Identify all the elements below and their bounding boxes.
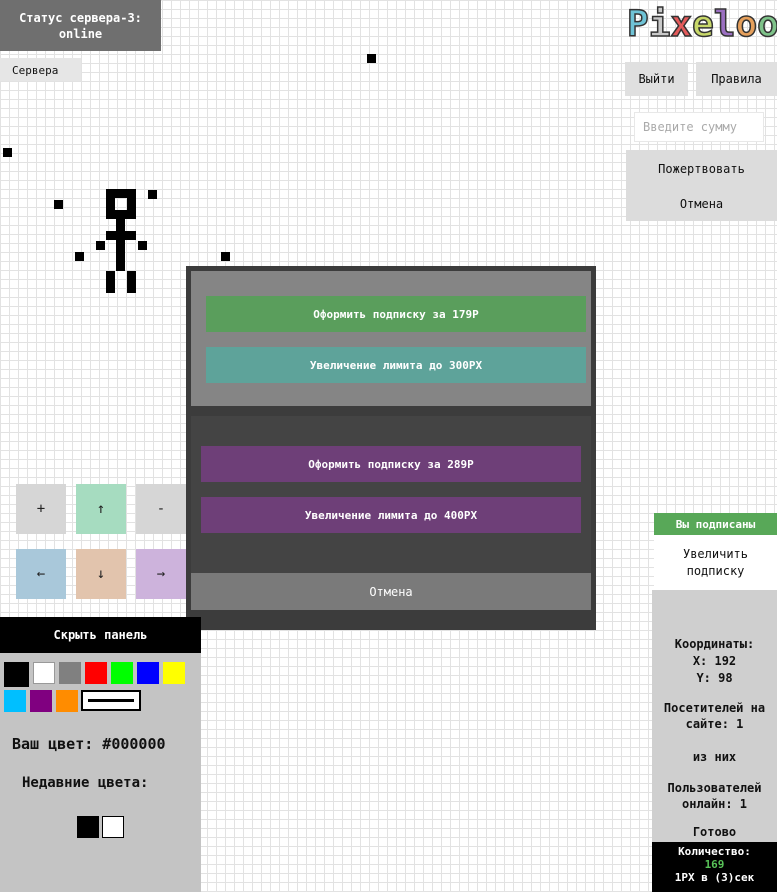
- palette-swatch[interactable]: [33, 662, 55, 684]
- coord-x: X: 192: [692, 654, 737, 668]
- palette-swatch[interactable]: [85, 662, 107, 684]
- coords-label: Координаты:: [674, 637, 755, 651]
- pixel-count-box: Количество: 169 1PX в (3)сек: [652, 842, 777, 892]
- upgrade-subscription-button[interactable]: Увеличить подписку: [654, 535, 777, 590]
- palette-swatch[interactable]: [56, 690, 78, 712]
- donate-cancel-button[interactable]: Отмена: [626, 187, 777, 221]
- subscribe-179-button[interactable]: Оформить подписку за 179Р: [206, 296, 586, 332]
- logo-letter: P: [627, 4, 649, 46]
- palette-swatch[interactable]: [137, 662, 159, 684]
- servers-button[interactable]: Сервера: [0, 58, 81, 81]
- server-status-value: online: [58, 27, 103, 41]
- move-left-button[interactable]: ←: [16, 549, 66, 599]
- logo-letter: e: [691, 4, 714, 46]
- donate-button[interactable]: Пожертвовать: [626, 152, 777, 186]
- logo-letter: o: [735, 4, 758, 46]
- count-value: 169: [704, 858, 725, 871]
- hide-panel-button[interactable]: Скрыть панель: [0, 617, 201, 653]
- modal-top-section: Оформить подписку за 179Р Увеличение лим…: [191, 271, 591, 406]
- of-them-label: из них: [692, 750, 737, 764]
- zoom-in-button[interactable]: +: [16, 484, 66, 534]
- server-status-label: Статус сервера-3:: [19, 11, 142, 25]
- count-label: Количество:: [678, 845, 751, 858]
- palette-swatch[interactable]: [30, 690, 52, 712]
- recent-colors-label: Недавние цвета:: [22, 775, 149, 791]
- users-online-count: Пользователей онлайн: 1: [667, 781, 762, 811]
- server-status: Статус сервера-3: online: [0, 0, 161, 51]
- donate-amount-input[interactable]: [634, 112, 764, 142]
- logo-letter: x: [670, 4, 693, 46]
- move-right-button[interactable]: →: [136, 549, 186, 599]
- limit-300-button[interactable]: Увеличение лимита до 300PX: [206, 347, 586, 383]
- palette-swatch[interactable]: [59, 662, 81, 684]
- palette-swatch[interactable]: [163, 662, 185, 684]
- brush-size-selector[interactable]: [81, 690, 141, 711]
- donate-panel: Пожертвовать Отмена: [626, 150, 777, 221]
- color-panel: Ваш цвет: #000000 Недавние цвета:: [0, 653, 201, 892]
- limit-400-button[interactable]: Увеличение лимита до 400PX: [201, 497, 581, 533]
- ready-status: Готово: [692, 825, 737, 839]
- logo-letter: i: [648, 4, 671, 46]
- logo-letter: o: [756, 4, 777, 46]
- palette-swatch[interactable]: [4, 690, 26, 712]
- recent-color-swatch[interactable]: [102, 816, 124, 838]
- move-down-button[interactable]: ↓: [76, 549, 126, 599]
- modal-cancel-button[interactable]: Отмена: [191, 573, 591, 610]
- logo-letter: l: [713, 4, 736, 46]
- subscription-modal: Оформить подписку за 179Р Увеличение лим…: [186, 266, 596, 630]
- visitors-count: Посетителей на сайте: 1: [663, 701, 766, 731]
- pixel-rate: 1PX в (3)сек: [674, 871, 755, 884]
- pixeloo-logo: Pixeloo: [627, 4, 777, 48]
- upgrade-subscription-label: Увеличить подписку: [682, 546, 749, 578]
- zoom-out-button[interactable]: -: [136, 484, 186, 534]
- logout-button[interactable]: Выйти: [625, 62, 688, 96]
- move-up-button[interactable]: ↑: [76, 484, 126, 534]
- palette-swatch[interactable]: [4, 662, 29, 687]
- palette-swatch[interactable]: [111, 662, 133, 684]
- subscribe-289-button[interactable]: Оформить подписку за 289Р: [201, 446, 581, 482]
- subscribed-badge: Вы подписаны: [654, 513, 777, 535]
- info-panel: Координаты: X: 192 Y: 98 Посетителей на …: [652, 590, 777, 842]
- rules-button[interactable]: Правила: [696, 62, 777, 96]
- modal-bottom-section: Оформить подписку за 289Р Увеличение лим…: [191, 416, 591, 576]
- current-color-label: Ваш цвет: #000000: [12, 735, 166, 753]
- recent-color-swatch[interactable]: [77, 816, 99, 838]
- coord-y: Y: 98: [696, 671, 733, 685]
